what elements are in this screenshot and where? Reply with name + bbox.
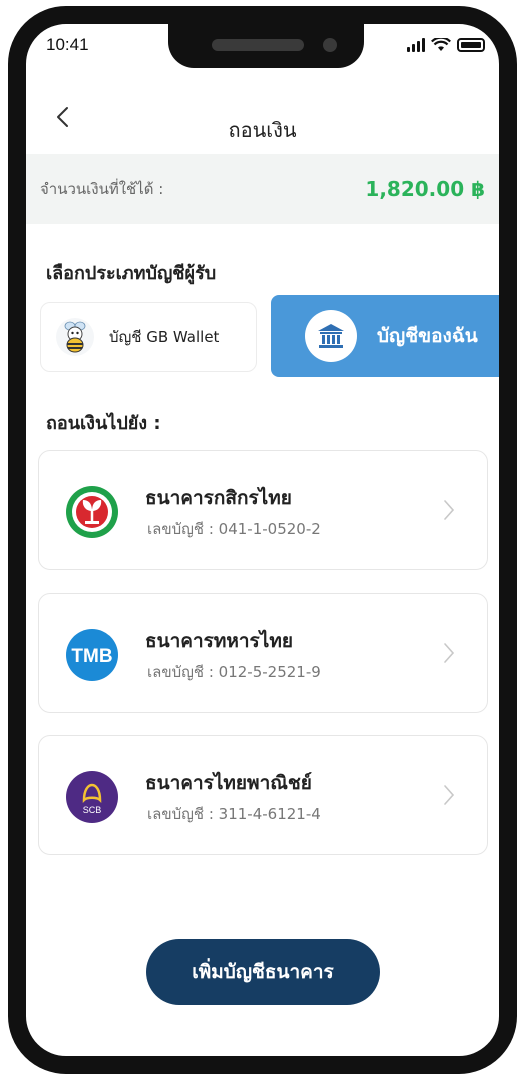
withdraw-to-title: ถอนเงินไปยัง : [46, 413, 161, 434]
balance-label: จำนวนเงินที่ใช้ได้ : [40, 180, 164, 198]
bank-account-number: เลขบัญชี : 012-5-2521-9 [147, 663, 321, 681]
gb-wallet-option[interactable]: บัญชี GB Wallet [40, 302, 257, 372]
header: ถอนเงิน [26, 84, 499, 144]
bank-account-number: เลขบัญชี : 041-1-0520-2 [147, 520, 321, 538]
chevron-right-icon [444, 500, 455, 520]
balance-value: 1,820.00 ฿ [365, 177, 485, 201]
phone-frame: 10:41 ถอนเงิน จำนวนเงินที่ใช้ได้ : 1,820… [8, 6, 517, 1074]
bank-building-icon [305, 310, 357, 362]
gb-wallet-label: บัญชี GB Wallet [109, 328, 220, 346]
my-account-label: บัญชีของฉัน [377, 325, 478, 347]
battery-icon [457, 38, 485, 52]
chevron-right-icon [444, 643, 455, 663]
signal-icon [407, 38, 425, 52]
bank-card-tmb[interactable]: TMB ธนาคารทหารไทย เลขบัญชี : 012-5-2521-… [38, 593, 488, 713]
page-title: ถอนเงิน [228, 118, 297, 142]
balance-bar: จำนวนเงินที่ใช้ได้ : 1,820.00 ฿ [26, 154, 499, 224]
speaker-grille [212, 39, 304, 51]
bank-card-scb[interactable]: SCB ธนาคารไทยพาณิชย์ เลขบัญชี : 311-4-61… [38, 735, 488, 855]
bank-card-kbank[interactable]: ธนาคารกสิกรไทย เลขบัญชี : 041-1-0520-2 [38, 450, 488, 570]
account-type-title: เลือกประเภทบัญชีผู้รับ [46, 263, 217, 284]
front-camera [323, 38, 337, 52]
bee-mascot-icon [56, 318, 94, 356]
status-icons [407, 38, 485, 52]
scb-logo-icon: SCB [66, 771, 118, 823]
kbank-logo-icon [66, 486, 118, 538]
bank-name: ธนาคารทหารไทย [145, 630, 293, 652]
bank-name: ธนาคารกสิกรไทย [145, 487, 292, 509]
tmb-logo-text: TMB [71, 646, 112, 667]
wifi-icon [431, 38, 451, 51]
tmb-logo-icon: TMB [66, 629, 118, 681]
chevron-right-icon [444, 785, 455, 805]
add-bank-account-button[interactable]: เพิ่มบัญชีธนาคาร [146, 939, 380, 1005]
phone-notch [168, 24, 364, 68]
scb-logo-text: SCB [83, 805, 102, 815]
my-account-option[interactable]: บัญชีของฉัน [271, 295, 499, 377]
bank-name: ธนาคารไทยพาณิชย์ [145, 772, 312, 794]
status-time: 10:41 [46, 35, 89, 54]
bank-account-number: เลขบัญชี : 311-4-6121-4 [147, 805, 321, 823]
